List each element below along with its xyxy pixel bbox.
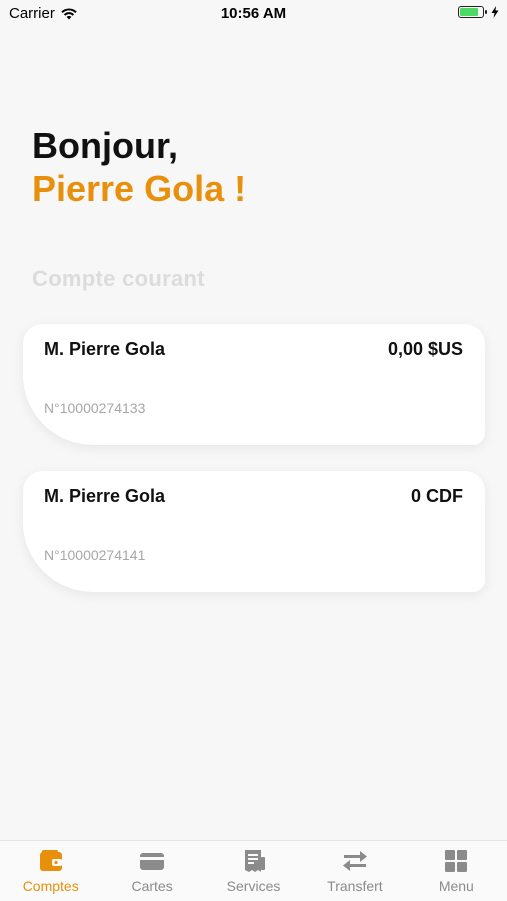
account-holder: M. Pierre Gola — [44, 339, 166, 359]
status-bar: Carrier 10:56 AM — [0, 0, 507, 28]
greeting-hello: Bonjour, — [32, 125, 178, 166]
greeting-user-name: Pierre Gola ! — [32, 168, 247, 209]
account-card[interactable]: M. Pierre Gola 0 CDF N°10000274141 — [23, 471, 485, 592]
account-number: N°10000274141 — [44, 547, 146, 563]
battery-icon — [458, 6, 487, 18]
section-title: Compte courant — [32, 266, 205, 291]
tab-label: Cartes — [131, 878, 173, 894]
tab-services[interactable]: Services — [203, 841, 304, 901]
tab-bar: Comptes Cartes Services Transfert Menu — [0, 840, 507, 901]
tab-label: Services — [226, 878, 281, 894]
tab-label: Transfert — [327, 878, 383, 894]
battery-level — [460, 8, 478, 16]
account-balance: 0 CDF — [410, 486, 463, 506]
account-holder: M. Pierre Gola — [44, 486, 166, 506]
wallet-icon — [39, 850, 62, 871]
tab-transfert[interactable]: Transfert — [304, 841, 405, 901]
tab-menu[interactable]: Menu — [406, 841, 507, 901]
card-icon — [140, 853, 165, 870]
account-number: N°10000274133 — [44, 400, 146, 416]
account-card[interactable]: M. Pierre Gola 0,00 $US N°10000274133 — [23, 324, 485, 445]
status-time: 10:56 AM — [220, 5, 287, 22]
account-balance: 0,00 $US — [387, 339, 463, 359]
tab-label: Comptes — [22, 878, 79, 894]
receipt-icon — [244, 850, 265, 872]
tab-comptes[interactable]: Comptes — [0, 841, 101, 901]
tab-label: Menu — [438, 878, 474, 894]
greeting: Bonjour, Pierre Gola ! — [32, 126, 246, 212]
battery-indicator — [458, 6, 499, 18]
grid-icon — [445, 850, 468, 872]
transfer-arrows-icon — [342, 851, 367, 871]
charging-bolt-icon — [491, 6, 499, 18]
tab-cartes[interactable]: Cartes — [101, 841, 202, 901]
